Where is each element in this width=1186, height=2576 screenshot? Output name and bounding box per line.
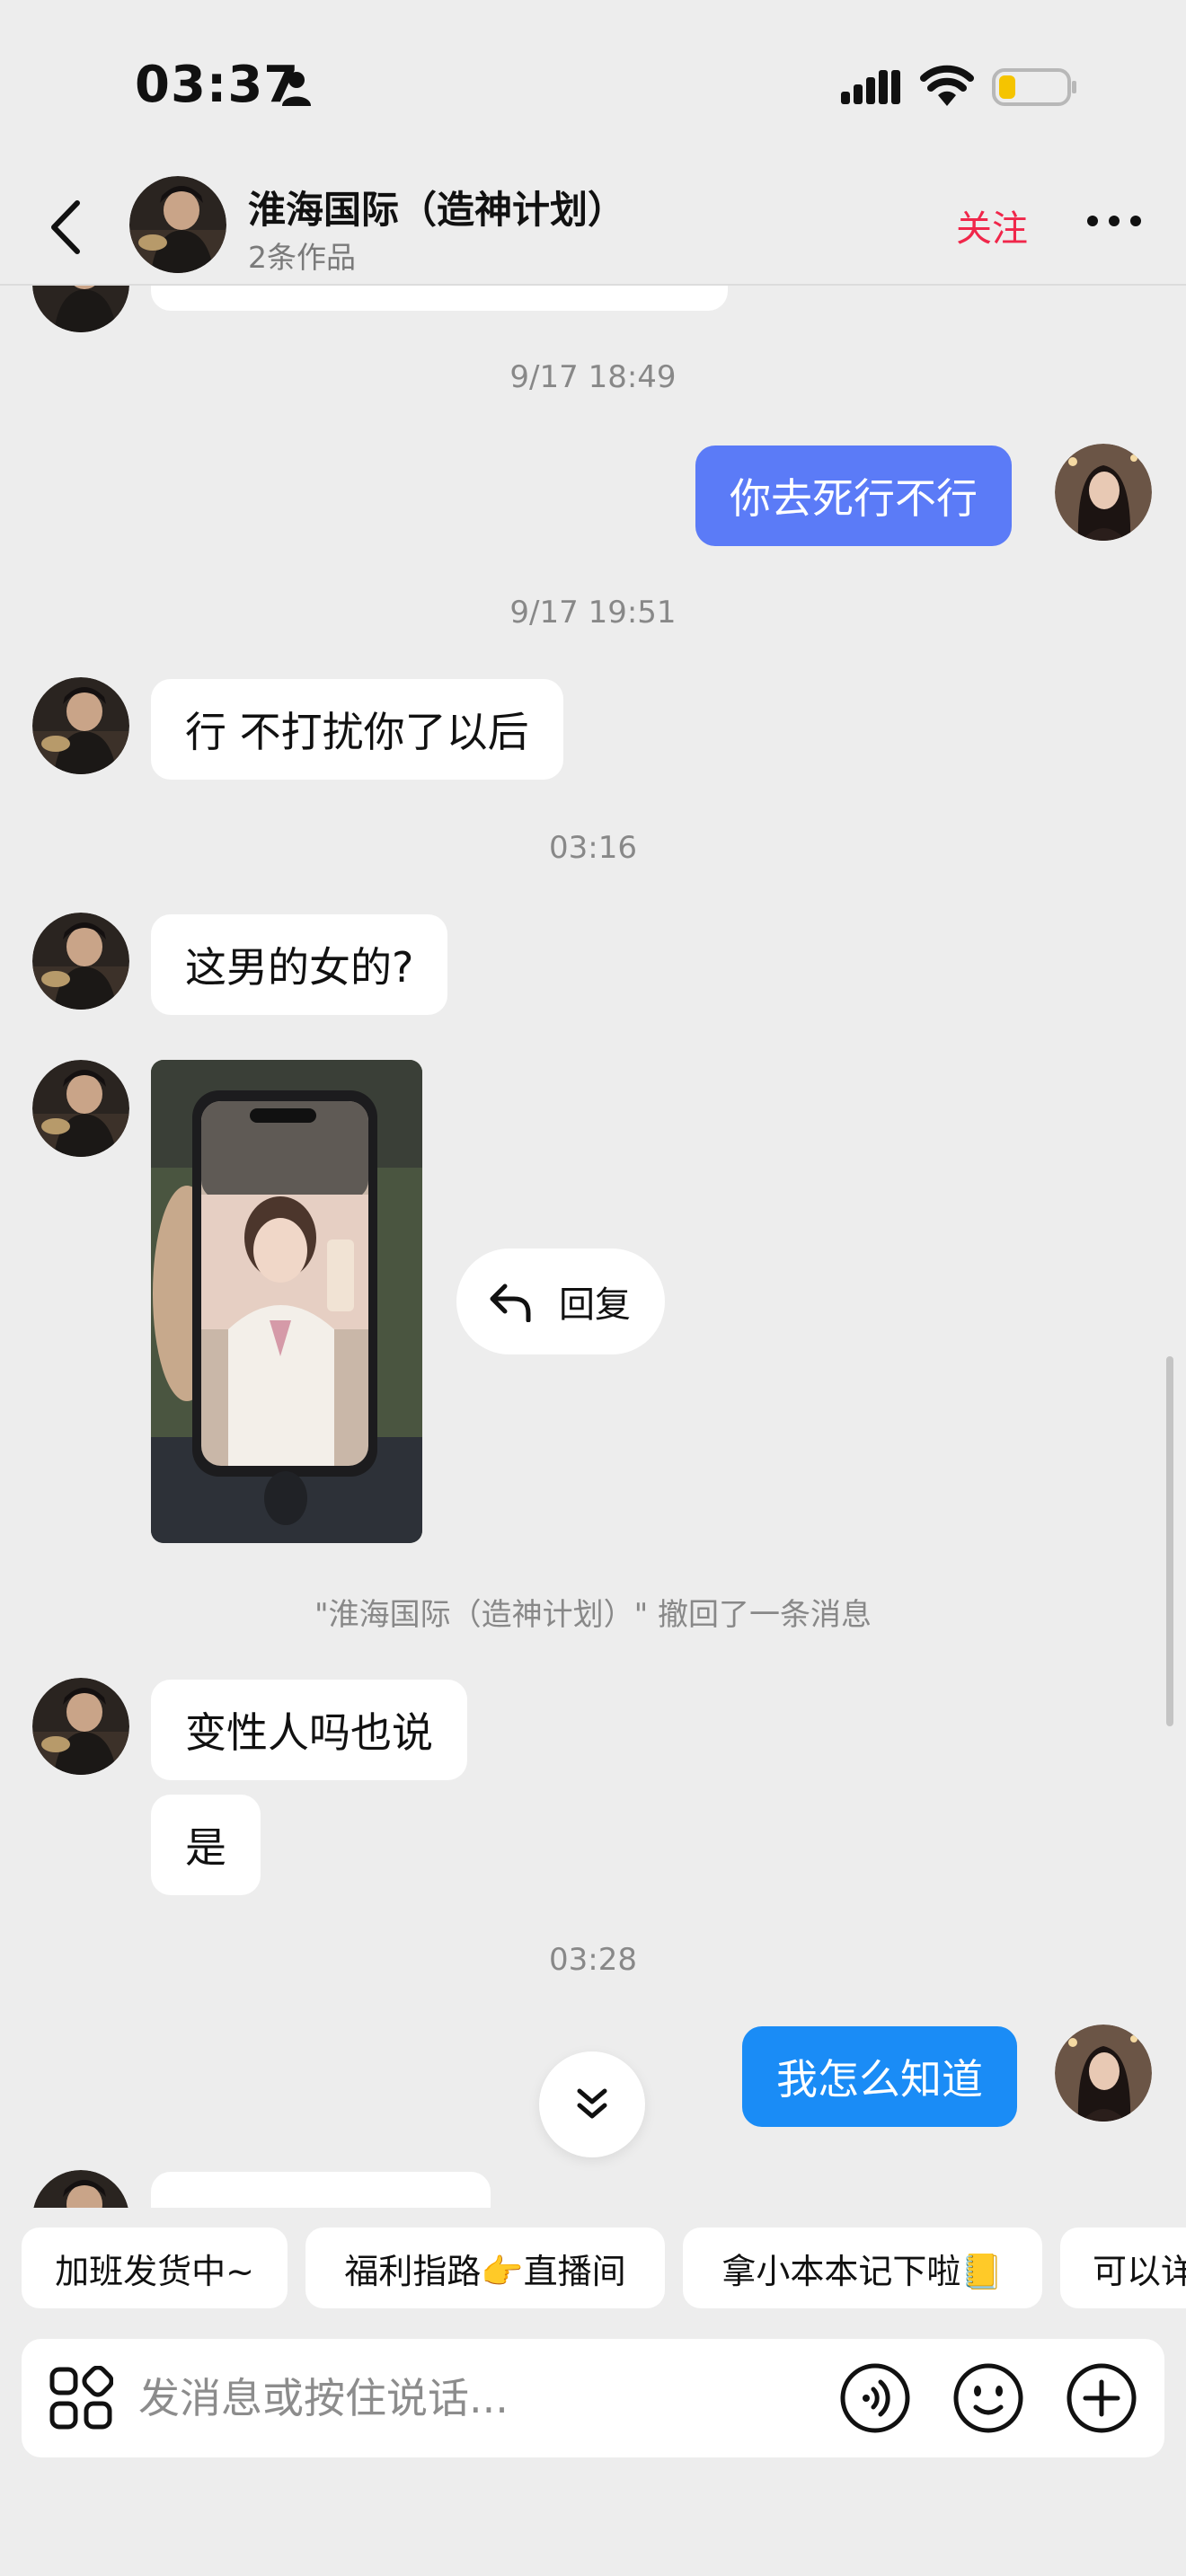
back-arrow-icon[interactable] (45, 198, 88, 257)
chat-message-list[interactable]: 9/17 18:49 你去死行不行 9/17 19:51 行 不打扰你了以后 0… (0, 286, 1186, 2208)
timestamp: 9/17 19:51 (509, 595, 677, 631)
message-bubble-incoming[interactable]: 变性人吗也说 (151, 1680, 467, 1780)
quick-reply-chip[interactable]: 可以详 (1060, 2228, 1186, 2308)
add-icon[interactable] (1066, 2362, 1137, 2434)
scroll-to-bottom-button[interactable] (539, 2051, 645, 2157)
contact-avatar-small[interactable] (32, 1060, 129, 1157)
contact-avatar-small[interactable] (32, 677, 129, 774)
scrollbar[interactable] (1166, 1356, 1173, 1726)
message-bubble-incoming[interactable]: 是 (151, 1795, 261, 1895)
message-bubble-incoming[interactable]: 行 不打扰你了以后 (151, 679, 563, 780)
image-message[interactable] (151, 1060, 422, 1543)
contact-works-count[interactable]: 2条作品 (248, 234, 356, 277)
apps-grid-icon[interactable] (49, 2366, 113, 2430)
contact-avatar-small[interactable] (32, 286, 129, 332)
message-bubble-partial[interactable] (151, 2172, 491, 2208)
reply-arrow-icon (490, 1284, 531, 1322)
follow-button[interactable]: 关注 (956, 199, 1028, 251)
reply-label: 回复 (559, 1284, 631, 1326)
timestamp: 03:28 (549, 1942, 637, 1978)
message-bubble-partial[interactable] (151, 286, 728, 311)
quick-reply-chip[interactable]: 福利指路👉直播间 (305, 2228, 665, 2308)
emoji-icon[interactable] (952, 2362, 1024, 2434)
message-input-bar (22, 2339, 1164, 2457)
chat-header: 淮海国际（造神计划） 2条作品 关注 (0, 171, 1186, 286)
status-time: 03:37 (135, 56, 300, 114)
user-avatar[interactable] (1055, 444, 1152, 541)
quick-reply-chip[interactable]: 拿小本本记下啦📒 (683, 2228, 1042, 2308)
contact-avatar-small[interactable] (32, 1678, 129, 1775)
cellular-signal-icon (841, 70, 900, 104)
message-bubble-incoming[interactable]: 这男的女的? (151, 914, 448, 1015)
quick-reply-chip[interactable]: 加班发货中~ (22, 2228, 288, 2308)
person-icon (282, 72, 311, 106)
reply-button[interactable]: 回复 (456, 1248, 665, 1354)
wifi-icon (920, 65, 974, 106)
timestamp: 9/17 18:49 (509, 359, 677, 395)
battery-low-icon (992, 68, 1076, 106)
more-options-icon[interactable] (1085, 210, 1143, 232)
contact-name: 淮海国际（造神计划） (248, 188, 626, 232)
contact-avatar-small[interactable] (32, 913, 129, 1010)
contact-avatar[interactable] (129, 176, 226, 273)
voice-input-icon[interactable] (839, 2362, 911, 2434)
user-avatar[interactable] (1055, 2025, 1152, 2122)
quick-reply-bar[interactable]: 加班发货中~ 福利指路👉直播间 拿小本本记下啦📒 可以详 (0, 2228, 1186, 2310)
timestamp: 03:16 (549, 830, 637, 866)
message-bubble-outgoing[interactable]: 你去死行不行 (695, 446, 1012, 546)
recall-notice: "淮海国际（造神计划）" 撤回了一条消息 (314, 1597, 872, 1633)
contact-avatar-small[interactable] (32, 2170, 129, 2208)
double-chevron-down-icon (577, 2088, 607, 2119)
status-bar: 03:37 (0, 0, 1186, 171)
message-bubble-outgoing[interactable]: 我怎么知道 (742, 2026, 1017, 2127)
message-input[interactable] (138, 2360, 821, 2436)
